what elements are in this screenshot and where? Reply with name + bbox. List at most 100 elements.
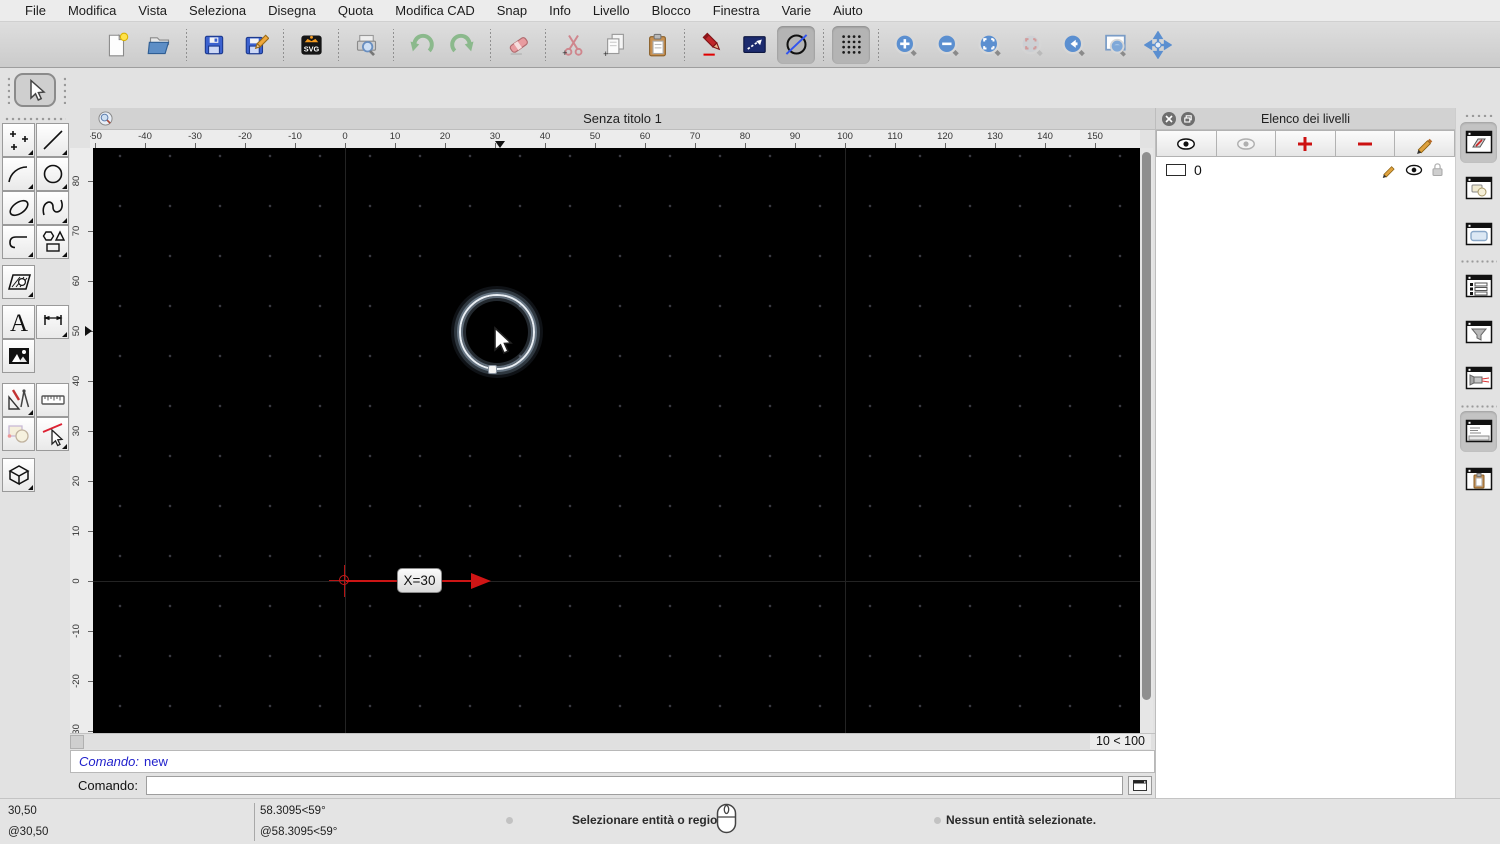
pen-button[interactable] <box>693 26 731 64</box>
property-editor-panel-button[interactable] <box>1460 214 1497 255</box>
scrollbar-corner-box[interactable] <box>70 735 84 749</box>
explode-tool-button[interactable] <box>2 417 35 451</box>
block-list-panel-button[interactable] <box>1460 168 1497 209</box>
grid-toggle-button[interactable] <box>832 25 870 64</box>
zoom-auto-button[interactable] <box>971 26 1009 64</box>
hide-all-layers-eye-icon <box>1236 137 1255 150</box>
float-panel-button[interactable] <box>1181 112 1195 126</box>
menu-item-varie[interactable]: Varie <box>771 0 822 22</box>
hide-all-layers-button[interactable] <box>1216 130 1277 157</box>
measure-tool-button[interactable] <box>36 383 69 417</box>
remove-layer-button[interactable] <box>1335 130 1396 157</box>
redo-button[interactable] <box>444 26 482 64</box>
spline-tool-button[interactable] <box>36 191 69 225</box>
lock-icon[interactable] <box>1430 161 1445 178</box>
shapes-tool-button[interactable] <box>36 225 69 259</box>
command-line-panel-button[interactable] <box>1460 411 1497 452</box>
menu-item-livello[interactable]: Livello <box>582 0 641 22</box>
open-file-button[interactable] <box>140 26 178 64</box>
menu-item-modifica-cad[interactable]: Modifica CAD <box>384 0 485 22</box>
toolbar-handle[interactable] <box>62 76 66 104</box>
menu-item-aiuto[interactable]: Aiuto <box>822 0 874 22</box>
paste-button[interactable] <box>638 26 676 64</box>
zoom-out-button[interactable] <box>929 26 967 64</box>
save-button[interactable] <box>195 26 233 64</box>
layer-swatch <box>1166 163 1186 176</box>
vertical-scrollbar[interactable] <box>1140 148 1153 733</box>
points-tool-button[interactable] <box>2 123 35 157</box>
modify-tools-button[interactable] <box>2 383 35 417</box>
menu-item-info[interactable]: Info <box>538 0 582 22</box>
menu-item-finestra[interactable]: Finestra <box>702 0 771 22</box>
edit-layer-button[interactable] <box>1395 130 1455 157</box>
print-preview-icon <box>356 34 376 57</box>
layer-row[interactable]: 0 <box>1156 157 1455 182</box>
add-layer-button[interactable] <box>1276 130 1336 157</box>
palette-handle[interactable] <box>4 116 66 121</box>
hatch-tool-button[interactable] <box>2 265 35 299</box>
layer-panel-header[interactable]: Elenco dei livelli <box>1156 108 1455 130</box>
clipboard-panel-button[interactable] <box>1460 459 1497 500</box>
toolbar-separator <box>283 28 284 61</box>
select-tool-button[interactable] <box>14 73 56 107</box>
menu-item-snap[interactable]: Snap <box>486 0 538 22</box>
dimension-tool-button[interactable] <box>36 305 69 339</box>
zoom-selection-button[interactable] <box>1013 26 1051 64</box>
save-as-button[interactable] <box>237 26 275 64</box>
zoom-window-button[interactable] <box>1097 26 1135 64</box>
copy-button[interactable]: + <box>596 26 634 64</box>
detach-command-button[interactable] <box>1128 776 1152 795</box>
zoom-out-icon <box>936 32 959 56</box>
arc-tool-button[interactable] <box>2 157 35 191</box>
new-file-button[interactable] <box>98 26 136 64</box>
circle-tool-button[interactable] <box>36 157 69 191</box>
menu-item-blocco[interactable]: Blocco <box>641 0 702 22</box>
edit-pencil-icon[interactable] <box>1381 161 1398 178</box>
line-tool-button[interactable] <box>36 123 69 157</box>
image-icon <box>8 348 29 364</box>
menu-item-file[interactable]: File <box>14 0 57 22</box>
text-icon: A <box>9 310 27 336</box>
zoom-in-button[interactable] <box>887 26 925 64</box>
box-3d-tool-button[interactable] <box>2 458 35 492</box>
menu-item-disegna[interactable]: Disegna <box>257 0 327 22</box>
toolbar-separator <box>545 28 546 61</box>
undo-button[interactable] <box>402 26 440 64</box>
action-hint-text: Selezionare entità o regione <box>572 813 732 827</box>
library-browser-panel-button[interactable] <box>1460 266 1497 307</box>
ellipse-tool-button[interactable] <box>2 191 35 225</box>
selection-filter-panel-button[interactable] <box>1460 312 1497 353</box>
command-options-panel-button[interactable] <box>1460 358 1497 399</box>
vertical-scroll-thumb[interactable] <box>1142 152 1151 700</box>
drawing-canvas[interactable]: X=30 <box>93 148 1140 733</box>
selection-rect-icon <box>742 36 766 53</box>
zoom-previous-button[interactable] <box>1055 26 1093 64</box>
image-tool-button[interactable] <box>2 339 35 373</box>
circle-line-tool-button[interactable] <box>777 25 815 64</box>
document-titlebar[interactable]: Senza titolo 1 <box>90 108 1155 130</box>
entity-reference-handle[interactable] <box>488 365 497 374</box>
toolbar-separator <box>878 28 879 61</box>
selection-rect-button[interactable] <box>735 26 773 64</box>
svg-export-button[interactable]: SVG <box>292 26 330 64</box>
pan-button[interactable] <box>1139 26 1177 64</box>
text-tool-button[interactable]: A <box>2 305 35 339</box>
close-panel-button[interactable] <box>1162 112 1176 126</box>
v-ruler-pointer <box>85 326 92 336</box>
cut-button[interactable]: + <box>554 26 592 64</box>
dock-handle[interactable] <box>1464 113 1494 117</box>
print-preview-button[interactable] <box>347 26 385 64</box>
command-input[interactable] <box>145 776 1123 795</box>
modify-attributes-button[interactable] <box>36 417 69 451</box>
menu-item-modifica[interactable]: Modifica <box>57 0 127 22</box>
menu-item-quota[interactable]: Quota <box>327 0 384 22</box>
show-all-layers-button[interactable] <box>1156 130 1217 157</box>
horizontal-scrollbar[interactable]: 10 < 100 <box>70 733 1155 749</box>
toolbar-handle[interactable] <box>6 76 10 104</box>
polyline-tool-button[interactable] <box>2 225 35 259</box>
visibility-eye-icon[interactable] <box>1404 163 1424 177</box>
delete-button[interactable] <box>499 26 537 64</box>
menu-item-seleziona[interactable]: Seleziona <box>178 0 257 22</box>
layer-list-panel-button[interactable] <box>1460 122 1497 163</box>
menu-item-vista[interactable]: Vista <box>127 0 178 22</box>
